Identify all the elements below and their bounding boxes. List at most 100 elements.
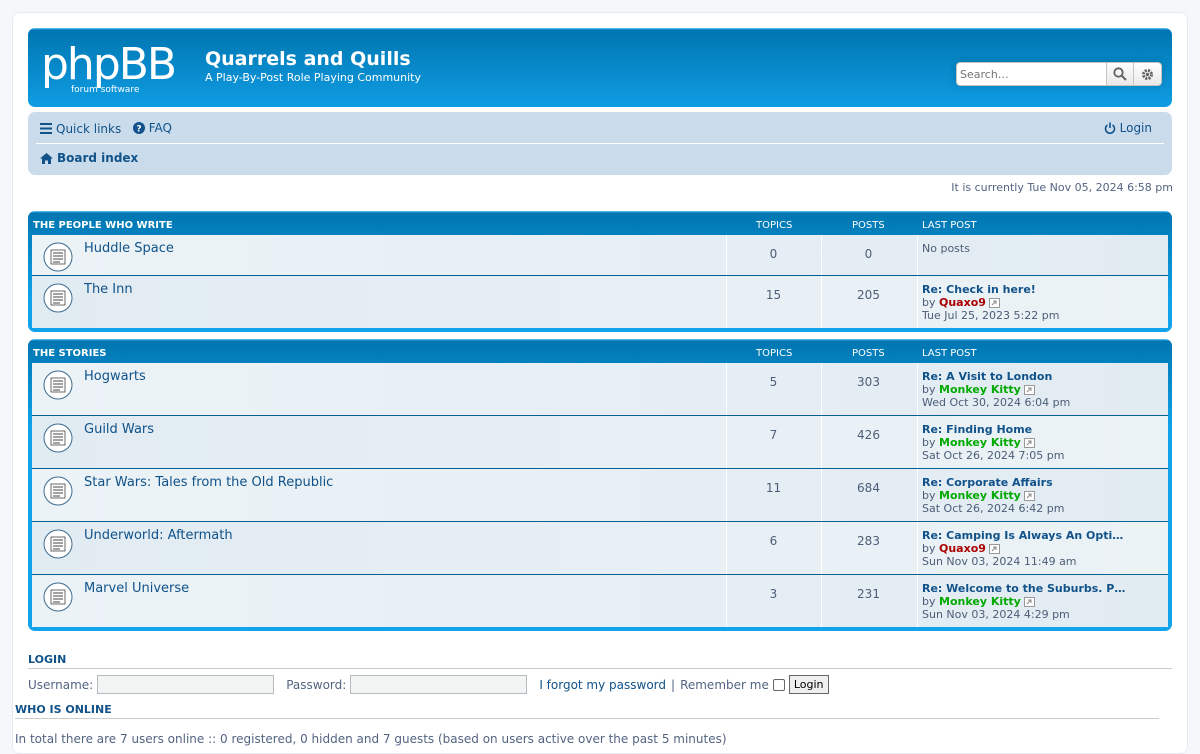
last-post-date: Sun Nov 03, 2024 11:49 am	[922, 555, 1077, 568]
last-post-title[interactable]: Re: Check in here!	[922, 283, 1059, 296]
hamburger-icon	[40, 123, 52, 134]
cell-divider	[917, 363, 918, 415]
last-post-title[interactable]: Re: Welcome to the Suburbs. P…	[922, 582, 1125, 595]
password-field[interactable]	[350, 675, 528, 694]
forum-title[interactable]: The Inn	[84, 282, 133, 297]
posts-count: 684	[857, 481, 880, 495]
phpbb-logo[interactable]: phpBB forum software	[41, 41, 193, 95]
view-latest-post-icon[interactable]	[988, 544, 1000, 554]
last-post-title[interactable]: Re: Finding Home	[922, 423, 1064, 436]
last-post-date: Wed Oct 30, 2024 6:04 pm	[922, 396, 1071, 409]
category-header: THE PEOPLE WHO WRITE TOPICS POSTS LAST P…	[32, 215, 1168, 235]
forum-title[interactable]: Guild Wars	[84, 422, 154, 437]
site-title[interactable]: Quarrels and Quills	[205, 48, 411, 70]
last-post-author[interactable]: Quaxo9	[939, 542, 986, 555]
posts-count: 283	[857, 534, 880, 548]
advanced-search-button[interactable]	[1134, 62, 1162, 86]
last-post: Re: Corporate Affairs by Monkey Kitty Sa…	[922, 476, 1064, 515]
topics-count: 7	[769, 428, 778, 442]
forum-row: Marvel Universe 3 231 Re: Welcome to the…	[32, 574, 1168, 627]
login-link[interactable]: Login	[1104, 121, 1152, 135]
last-post-author[interactable]: Monkey Kitty	[939, 595, 1021, 608]
last-post-author[interactable]: Monkey Kitty	[939, 436, 1021, 449]
last-post-date: Sat Oct 26, 2024 6:42 pm	[922, 502, 1065, 515]
view-latest-post-icon[interactable]	[1023, 491, 1035, 501]
category-title[interactable]: THE STORIES	[33, 348, 106, 359]
forum-list: Hogwarts 5 303 Re: A Visit to London by …	[32, 363, 1168, 627]
login-heading[interactable]: LOGIN	[28, 653, 1172, 669]
forum-row: Guild Wars 7 426 Re: Finding Home by Mon…	[32, 415, 1168, 468]
col-topics-header: TOPICS	[756, 348, 793, 359]
cell-divider	[726, 276, 727, 328]
forum-read-icon	[43, 423, 73, 453]
header-bar: phpBB forum software Quarrels and Quills…	[28, 28, 1172, 107]
forum-row: Huddle Space 0 0 No posts	[32, 235, 1168, 275]
board-index-label: Board index	[57, 151, 139, 165]
remember-me-checkbox[interactable]	[772, 678, 785, 691]
posts-count: 231	[857, 587, 880, 601]
svg-text:?: ?	[136, 125, 141, 135]
category-title[interactable]: THE PEOPLE WHO WRITE	[33, 220, 173, 231]
login-button[interactable]: Login	[788, 675, 829, 694]
posts-count: 303	[857, 375, 880, 389]
col-last-post-header: LAST POST	[922, 348, 977, 359]
last-post-author[interactable]: Quaxo9	[939, 296, 986, 309]
forum-row: Star Wars: Tales from the Old Republic 1…	[32, 468, 1168, 521]
by-label: by	[922, 542, 936, 555]
forgot-password-link[interactable]: I forgot my password	[539, 678, 666, 692]
by-label: by	[922, 436, 936, 449]
forum-title[interactable]: Underworld: Aftermath	[84, 528, 233, 543]
board-index-link[interactable]: Board index	[40, 151, 138, 165]
logo-text: phpBB	[41, 41, 175, 90]
view-latest-post-icon[interactable]	[988, 298, 1000, 308]
forum-title[interactable]: Huddle Space	[84, 241, 174, 256]
by-label: by	[922, 489, 936, 502]
forum-list: Huddle Space 0 0 No posts The Inn 15 205…	[32, 235, 1168, 328]
search-input[interactable]	[956, 62, 1106, 86]
online-summary: In total there are 7 users online :: 0 r…	[15, 732, 727, 746]
view-latest-post-icon[interactable]	[1023, 597, 1035, 607]
search-button[interactable]	[1106, 62, 1134, 86]
forum-title[interactable]: Hogwarts	[84, 369, 146, 384]
topics-count: 15	[765, 288, 782, 302]
forum-read-icon	[43, 242, 73, 272]
cell-divider	[821, 469, 822, 521]
faq-label: FAQ	[148, 121, 172, 135]
forum-title[interactable]: Marvel Universe	[84, 581, 189, 596]
by-label: by	[922, 383, 936, 396]
no-posts-text: No posts	[922, 242, 970, 255]
last-post-title[interactable]: Re: Corporate Affairs	[922, 476, 1064, 489]
quick-links-menu[interactable]: Quick links	[40, 122, 121, 136]
forum-read-icon	[43, 370, 73, 400]
cell-divider	[917, 469, 918, 521]
separator: |	[671, 677, 676, 692]
forum-title[interactable]: Star Wars: Tales from the Old Republic	[84, 475, 333, 490]
last-post-author[interactable]: Monkey Kitty	[939, 489, 1021, 502]
col-last-post-header: LAST POST	[922, 220, 977, 231]
cell-divider	[917, 235, 918, 275]
last-post-title[interactable]: Re: Camping Is Always An Opti…	[922, 529, 1123, 542]
power-icon	[1104, 122, 1115, 134]
page-wrapper: phpBB forum software Quarrels and Quills…	[12, 12, 1188, 754]
username-field[interactable]	[97, 675, 275, 694]
last-post-date: Sat Oct 26, 2024 7:05 pm	[922, 449, 1065, 462]
cell-divider	[917, 575, 918, 627]
forum-read-icon	[43, 582, 73, 612]
last-post: No posts	[922, 242, 970, 255]
quick-links-label: Quick links	[56, 121, 122, 136]
last-post-title[interactable]: Re: A Visit to London	[922, 370, 1070, 383]
cell-divider	[917, 416, 918, 468]
last-post-author[interactable]: Monkey Kitty	[939, 383, 1021, 396]
last-post-date: Tue Jul 25, 2023 5:22 pm	[922, 309, 1060, 322]
last-post: Re: Check in here! by Quaxo9 Tue Jul 25,…	[922, 283, 1059, 322]
forum-row: Hogwarts 5 303 Re: A Visit to London by …	[32, 363, 1168, 415]
view-latest-post-icon[interactable]	[1023, 438, 1035, 448]
view-latest-post-icon[interactable]	[1023, 385, 1035, 395]
login-label: Login	[1119, 121, 1152, 135]
cell-divider	[726, 522, 727, 574]
cell-divider	[821, 363, 822, 415]
cell-divider	[821, 575, 822, 627]
topics-count: 3	[769, 587, 778, 601]
faq-link[interactable]: ? FAQ	[132, 121, 172, 135]
who-is-online-heading[interactable]: WHO IS ONLINE	[15, 703, 1159, 719]
